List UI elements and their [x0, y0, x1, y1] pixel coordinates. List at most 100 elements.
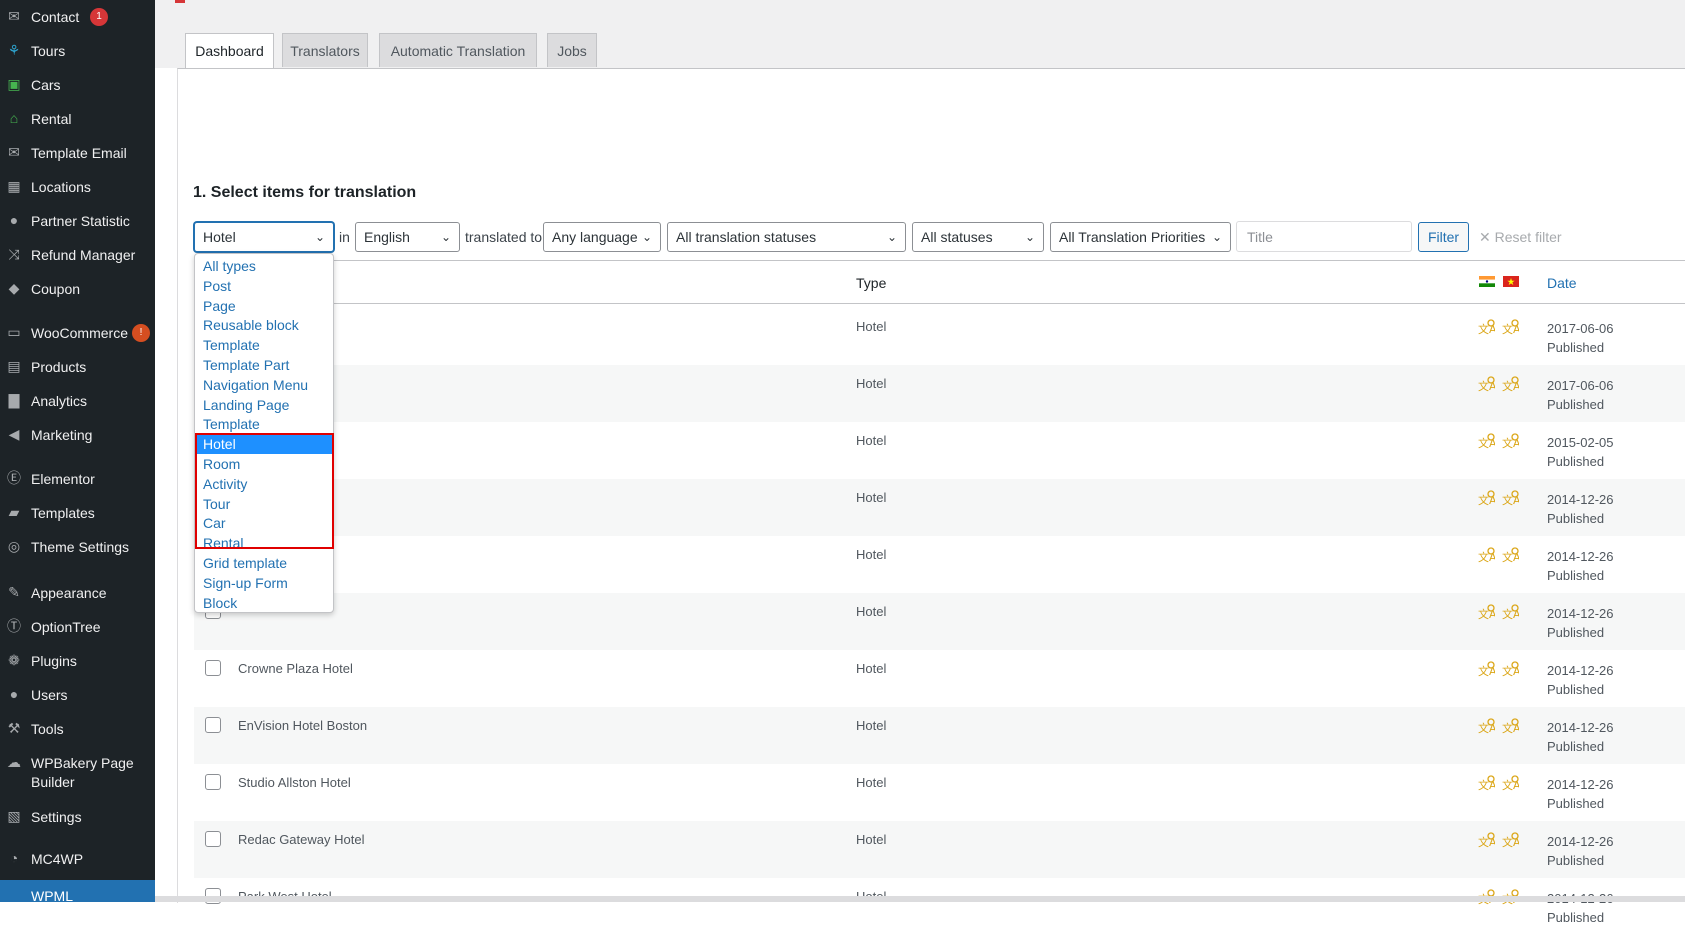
- type-option[interactable]: Navigation Menu: [195, 375, 333, 395]
- sidebar-item-elementor[interactable]: Ⓔ Elementor: [0, 468, 155, 490]
- translate-icon[interactable]: 文A: [1501, 547, 1519, 565]
- svg-text:文A: 文A: [1502, 835, 1519, 849]
- type-option[interactable]: Landing Page: [195, 395, 333, 415]
- translate-icon[interactable]: 文A: [1477, 775, 1495, 793]
- translate-icon[interactable]: 文A: [1477, 319, 1495, 337]
- type-option[interactable]: Reusable block: [195, 315, 333, 335]
- type-option[interactable]: Template: [195, 335, 333, 355]
- type-option[interactable]: Template Part: [195, 355, 333, 375]
- item-title-link[interactable]: Crowne Plaza Hotel: [238, 661, 353, 676]
- reset-filter-link[interactable]: ✕ Reset filter: [1479, 229, 1562, 246]
- type-option[interactable]: Page: [195, 296, 333, 316]
- translate-icon[interactable]: 文A: [1501, 718, 1519, 736]
- envelope-icon: ✉: [8, 143, 20, 160]
- sidebar-item-analytics[interactable]: ▇ Analytics: [0, 390, 155, 412]
- sidebar-item-plugins[interactable]: ❁ Plugins: [0, 650, 155, 672]
- type-option[interactable]: Car: [195, 513, 333, 533]
- sidebar-item-woocommerce[interactable]: ▭ WooCommerce!: [0, 322, 155, 344]
- sidebar-item-cars[interactable]: ▣ Cars: [0, 74, 155, 96]
- translate-icon[interactable]: 文A: [1501, 604, 1519, 622]
- filter-button[interactable]: Filter: [1418, 222, 1469, 252]
- type-option[interactable]: Tour: [195, 494, 333, 514]
- item-date: 2017-06-06 Published: [1547, 319, 1614, 357]
- sidebar-item-products[interactable]: ▤ Products: [0, 356, 155, 378]
- type-option[interactable]: Rental: [195, 533, 333, 553]
- publish-status: Published: [1547, 340, 1605, 355]
- sidebar-item-tours[interactable]: ⚘ Tours: [0, 40, 155, 62]
- type-select[interactable]: Hotel ⌄: [194, 222, 334, 252]
- publish-status: Published: [1547, 796, 1605, 811]
- translate-icon[interactable]: 文A: [1501, 661, 1519, 679]
- tab-translators[interactable]: Translators: [282, 33, 368, 67]
- translate-icon[interactable]: 文A: [1477, 832, 1495, 850]
- translate-icon[interactable]: 文A: [1477, 376, 1495, 394]
- sidebar-item-label: Analytics: [31, 393, 88, 409]
- sidebar-item-coupon[interactable]: ◆ Coupon: [0, 278, 155, 300]
- type-option[interactable]: All types: [195, 256, 333, 276]
- shuffle-icon: ⤨: [8, 245, 20, 262]
- item-title-link[interactable]: EnVision Hotel Boston: [238, 718, 367, 733]
- target-language-select[interactable]: Any language ⌄: [543, 222, 661, 252]
- publish-status: Published: [1547, 511, 1605, 526]
- priority-value: All Translation Priorities: [1059, 229, 1206, 245]
- item-title-link[interactable]: Redac Gateway Hotel: [238, 832, 364, 847]
- tab-dashboard[interactable]: Dashboard: [185, 33, 274, 69]
- translate-icon[interactable]: 文A: [1477, 661, 1495, 679]
- translate-icon[interactable]: 文A: [1477, 604, 1495, 622]
- sidebar-item-wpbakery-page-builder[interactable]: ☁ WPBakery Page Builder: [0, 752, 155, 792]
- sidebar-item-settings[interactable]: ▧ Settings: [0, 806, 155, 828]
- admin-sidebar: ✉ Contact 1 ⚘ Tours ▣ Cars ⌂ Rental ✉ Template Ema…: [0, 0, 155, 902]
- sidebar-item-partner-statistic[interactable]: ● Partner Statistic: [0, 210, 155, 232]
- type-option[interactable]: Hotel: [195, 434, 333, 455]
- sidebar-item-marketing[interactable]: ◀ Marketing: [0, 424, 155, 446]
- row-checkbox[interactable]: [205, 774, 221, 790]
- type-option[interactable]: Grid template: [195, 553, 333, 573]
- translate-icon[interactable]: 文A: [1501, 832, 1519, 850]
- status-select[interactable]: All statuses ⌄: [912, 222, 1044, 252]
- sidebar-item-tools[interactable]: ⚒ Tools: [0, 718, 155, 740]
- column-date[interactable]: Date: [1547, 275, 1577, 291]
- tab-automatic-translation[interactable]: Automatic Translation: [379, 33, 537, 67]
- type-option[interactable]: Post: [195, 276, 333, 296]
- type-option[interactable]: Room: [195, 454, 333, 474]
- translate-icon[interactable]: 文A: [1501, 319, 1519, 337]
- language-select[interactable]: English ⌄: [355, 222, 460, 252]
- translate-icon[interactable]: 文A: [1501, 490, 1519, 508]
- translate-icon[interactable]: 文A: [1501, 376, 1519, 394]
- sidebar-item-locations[interactable]: ▦ Locations: [0, 176, 155, 198]
- row-checkbox[interactable]: [205, 831, 221, 847]
- item-title-link[interactable]: Studio Allston Hotel: [238, 775, 351, 790]
- priority-select[interactable]: All Translation Priorities ⌄: [1050, 222, 1231, 252]
- type-option[interactable]: Block: [195, 593, 333, 613]
- sidebar-item-theme-settings[interactable]: ◎ Theme Settings: [0, 536, 155, 558]
- type-option[interactable]: Sign-up Form: [195, 573, 333, 593]
- megaphone-icon: ◀: [8, 425, 20, 442]
- translate-icon[interactable]: 文A: [1477, 490, 1495, 508]
- sidebar-item-wpml-current[interactable]: WPML: [0, 880, 155, 904]
- row-checkbox[interactable]: [205, 717, 221, 733]
- notification-badge: !: [132, 324, 150, 342]
- sidebar-item-users[interactable]: ● Users: [0, 684, 155, 706]
- sidebar-item-appearance[interactable]: ✎ Appearance: [0, 582, 155, 604]
- sidebar-item-template-email[interactable]: ✉ Template Email: [0, 142, 155, 164]
- sidebar-item-mc4wp[interactable]: ◔ MC4WP: [0, 848, 155, 870]
- sidebar-item-rental[interactable]: ⌂ Rental: [0, 108, 155, 130]
- tab-jobs[interactable]: Jobs: [547, 33, 597, 67]
- translation-status-select[interactable]: All translation statuses ⌄: [667, 222, 906, 252]
- sidebar-item-contact[interactable]: ✉ Contact 1: [0, 6, 155, 28]
- sidebar-item-templates[interactable]: ▰ Templates: [0, 502, 155, 524]
- title-search-input[interactable]: [1236, 221, 1412, 252]
- item-date: 2014-12-26 Published: [1547, 604, 1614, 642]
- translate-icon[interactable]: 文A: [1501, 775, 1519, 793]
- translate-icon[interactable]: 文A: [1477, 547, 1495, 565]
- table-row: Redac Gateway Hotel Hotel 文A 文A 2014-12-26 Pu…: [194, 821, 1685, 878]
- type-option[interactable]: Template: [195, 414, 333, 434]
- bar-chart-icon: ▇: [8, 391, 20, 408]
- translate-icon[interactable]: 文A: [1501, 433, 1519, 451]
- row-checkbox[interactable]: [205, 660, 221, 676]
- sidebar-item-refund-manager[interactable]: ⤨ Refund Manager: [0, 244, 155, 266]
- translate-icon[interactable]: 文A: [1477, 433, 1495, 451]
- sidebar-item-optiontree[interactable]: Ⓣ OptionTree: [0, 616, 155, 638]
- translate-icon[interactable]: 文A: [1477, 718, 1495, 736]
- type-option[interactable]: Activity: [195, 474, 333, 494]
